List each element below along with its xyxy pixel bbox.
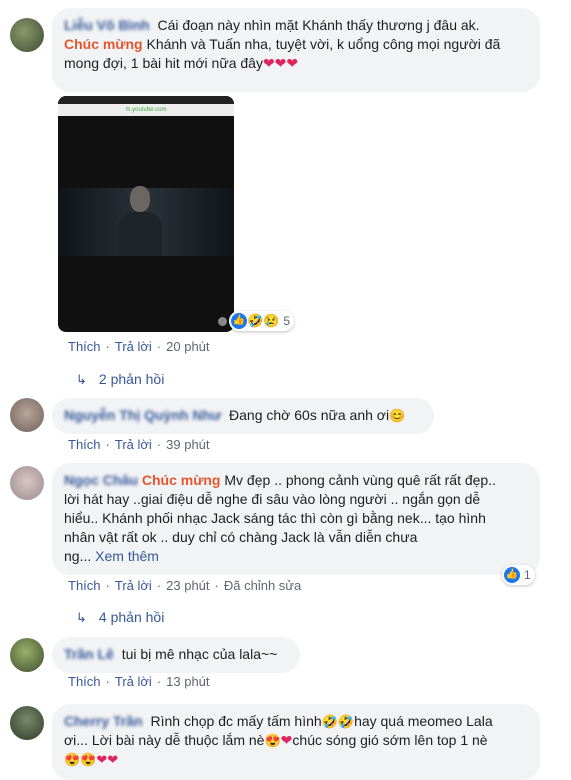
comment-text: ơi... Lời bài này dễ thuộc lắm nè: [64, 732, 265, 748]
reply-link[interactable]: Trả lời: [115, 674, 152, 689]
comment-author[interactable]: Cherry Trần: [64, 713, 143, 729]
timestamp[interactable]: 13 phút: [166, 674, 209, 689]
like-link[interactable]: Thích: [68, 437, 101, 452]
see-more-link[interactable]: Xem thêm: [95, 548, 159, 564]
comment-text: nhân vật rất ok .. duy chỉ có chàng Jack…: [64, 529, 418, 545]
laugh-reaction-icon: 🤣: [247, 313, 264, 328]
like-reaction-icon: 👍: [231, 313, 247, 329]
avatar[interactable]: [10, 18, 44, 52]
comment-text: mong đợi, 1 bài hit mới nữa đây: [64, 55, 263, 71]
comment-text: lời hát hay ..giai điệu dễ nghe đi sâu v…: [64, 491, 481, 507]
comment-actions: Thích · Trả lời · 13 phút: [68, 674, 210, 689]
smile-emoji: 😊: [389, 408, 406, 423]
sad-reaction-icon: 😢: [263, 313, 280, 328]
like-link[interactable]: Thích: [68, 339, 101, 354]
reply-link[interactable]: Trả lời: [115, 339, 152, 354]
edited-label[interactable]: Đã chỉnh sửa: [224, 578, 301, 593]
avatar[interactable]: [10, 398, 44, 432]
like-link[interactable]: Thích: [68, 578, 101, 593]
person-silhouette: [118, 184, 162, 256]
like-link[interactable]: Thích: [68, 674, 101, 689]
comment-bubble: Liễu Võ Bình Cái đoạn này nhìn mặt Khánh…: [52, 8, 540, 92]
timestamp[interactable]: 23 phút: [166, 578, 209, 593]
heart-eyes-emoji: 😍: [264, 733, 281, 748]
browser-url-bar: m.youtube.com: [58, 104, 234, 116]
camera-icon: [218, 317, 227, 326]
comment-text: Đang chờ 60s nữa anh ơi: [229, 407, 390, 423]
comment-text: hay quá meomeo Lala: [354, 713, 493, 729]
comment-actions: Thích · Trả lời · 20 phút: [68, 339, 210, 354]
like-reaction-icon: 👍: [504, 567, 520, 583]
comment-actions: Thích · Trả lời · 23 phút · Đã chỉnh sửa: [68, 578, 302, 593]
comment-author[interactable]: Trần Lê: [64, 646, 114, 662]
heart-emojis: ❤❤❤: [262, 55, 299, 71]
reply-arrow-icon: ↳: [76, 372, 87, 387]
comment-text: Cái đoạn này nhìn mặt Khánh thấy thương …: [157, 17, 480, 33]
comment-text: chúc sóng gió sớm lên top 1 nè: [292, 732, 488, 748]
comment-text: Mv đẹp .. phong cảnh vùng quê rất rất đẹ…: [220, 472, 496, 488]
comment-text: Rình chọp đc mấy tấm hình: [150, 713, 322, 729]
comment-author[interactable]: Ngọc Châu: [64, 472, 138, 488]
video-thumbnail[interactable]: m.youtube.com: [58, 96, 234, 332]
heart-emoji: ❤: [280, 732, 293, 748]
reply-link[interactable]: Trả lời: [115, 437, 152, 452]
comment-text: Khánh và Tuấn nha, tuyệt vời, k uổng côn…: [142, 36, 501, 52]
avatar[interactable]: [10, 466, 44, 500]
laughing-emoji: 🤣🤣: [321, 714, 355, 729]
comment-bubble: Nguyễn Thị Quỳnh Như Đang chờ 60s nữa an…: [52, 398, 434, 434]
view-replies-link[interactable]: ↳ 2 phản hồi: [76, 371, 164, 388]
comment-bubble: Cherry Trần Rình chọp đc mấy tấm hình🤣🤣h…: [52, 704, 540, 780]
comment-author[interactable]: Nguyễn Thị Quỳnh Như: [64, 407, 221, 423]
tag-label: Chúc mừng: [141, 472, 221, 488]
reaction-count: 1: [524, 568, 531, 582]
reaction-count: 5: [283, 314, 291, 328]
comment-author[interactable]: Liễu Võ Bình: [64, 17, 150, 33]
comment-text: hiểu.. Khánh phối nhạc Jack sáng tác thì…: [64, 510, 486, 526]
tag-label: Chúc mừng: [64, 36, 143, 52]
avatar[interactable]: [10, 638, 44, 672]
comment-bubble: Ngọc Châu Chúc mừng Mv đẹp .. phong cảnh …: [52, 463, 540, 575]
comment-actions: Thích · Trả lời · 39 phút: [68, 437, 210, 452]
reaction-summary[interactable]: 👍 🤣 😢 5: [229, 311, 295, 331]
timestamp[interactable]: 39 phút: [166, 437, 209, 452]
emoji-row: 😍😍❤❤: [64, 752, 119, 767]
reaction-summary[interactable]: 👍 1: [502, 565, 535, 585]
comment-bubble: Trần Lê tui bị mê nhạc của lala~~: [52, 637, 300, 673]
view-replies-link[interactable]: ↳ 4 phản hồi: [76, 609, 164, 626]
timestamp[interactable]: 20 phút: [166, 339, 209, 354]
comment-text: tui bị mê nhạc của lala~~: [121, 646, 278, 662]
reply-arrow-icon: ↳: [76, 610, 87, 625]
reply-link[interactable]: Trả lời: [115, 578, 152, 593]
comment-text: ng...: [64, 548, 92, 564]
avatar[interactable]: [10, 706, 44, 740]
